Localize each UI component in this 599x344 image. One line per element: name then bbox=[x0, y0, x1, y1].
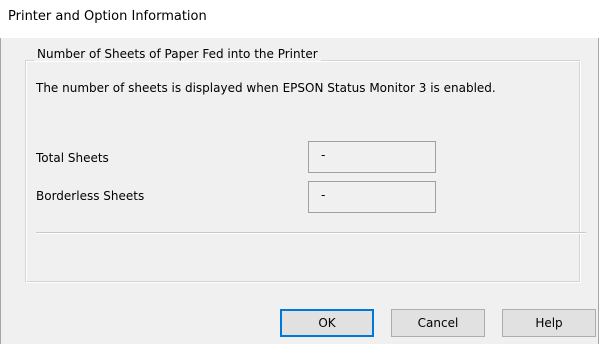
printer-option-dialog: Printer and Option Information Number of… bbox=[0, 0, 599, 344]
borderless-sheets-value: - bbox=[321, 188, 326, 202]
total-sheets-label: Total Sheets bbox=[36, 151, 109, 165]
cancel-button[interactable]: Cancel bbox=[391, 309, 485, 337]
separator-line bbox=[36, 232, 586, 234]
title-bar: Printer and Option Information bbox=[0, 0, 599, 38]
window-border-left bbox=[0, 38, 1, 344]
ok-button[interactable]: OK bbox=[280, 309, 374, 337]
dialog-title: Printer and Option Information bbox=[8, 9, 207, 24]
borderless-sheets-value-box: - bbox=[308, 181, 436, 213]
total-sheets-value: - bbox=[321, 148, 326, 162]
borderless-sheets-label: Borderless Sheets bbox=[36, 189, 145, 203]
groupbox-legend: Number of Sheets of Paper Fed into the P… bbox=[34, 47, 321, 61]
help-button[interactable]: Help bbox=[502, 309, 596, 337]
status-monitor-note: The number of sheets is displayed when E… bbox=[36, 81, 496, 95]
total-sheets-value-box: - bbox=[308, 141, 436, 173]
